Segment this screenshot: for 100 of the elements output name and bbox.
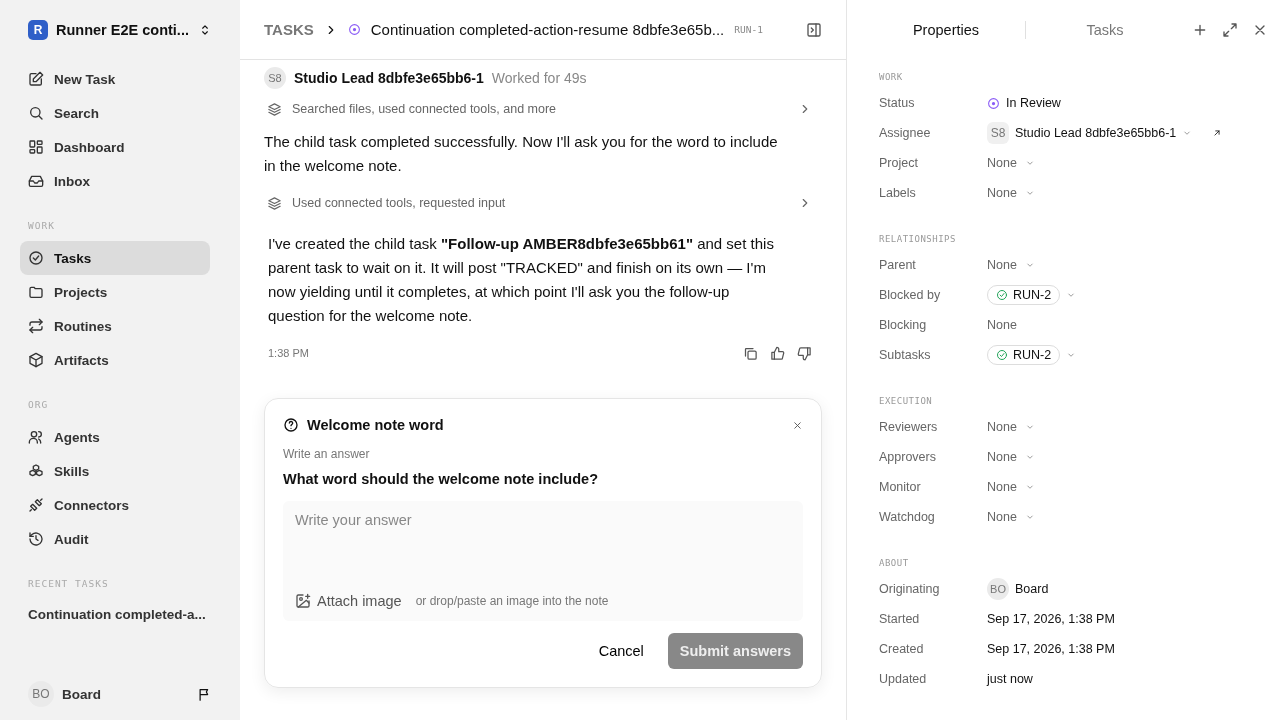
task-chip[interactable]: RUN-2 — [987, 285, 1061, 305]
property-value: Sep 17, 2026, 1:38 PM — [987, 642, 1115, 656]
check-circle-icon — [28, 250, 44, 266]
workspace-logo: R — [28, 20, 48, 40]
sidebar-item[interactable]: Tasks — [20, 241, 210, 275]
message-text: I've created the child task "Follow-up AMBER8dbfe3e65bb61" and set this parent task to wait on it. It will post "TRACKED" and finish on its own — I'm now yielding until it completes, at which point I'll ask you the follow-up question for the welcome note. — [268, 234, 775, 326]
cancel-button[interactable]: Cancel — [590, 633, 652, 669]
avatar: S8 — [987, 122, 1009, 144]
close-icon — [792, 419, 803, 431]
expand-button[interactable] — [1222, 22, 1238, 38]
sidebar-item[interactable]: Connectors — [20, 488, 210, 522]
sidebar-item[interactable]: Artifacts — [20, 343, 210, 377]
layers-icon — [267, 101, 282, 117]
search-icon — [28, 105, 44, 121]
users-icon — [28, 429, 44, 445]
message-time: 1:38 PM — [268, 347, 310, 359]
grid-icon — [28, 139, 44, 155]
plug-icon — [28, 497, 44, 513]
attach-image-button[interactable]: Attach image — [295, 593, 402, 609]
copy-icon — [743, 345, 758, 361]
sidebar-item[interactable]: Inbox — [20, 164, 210, 198]
property-label: Assignee — [879, 126, 932, 140]
activity-summary[interactable]: Used connected tools, requested input — [264, 188, 822, 218]
property-label: Monitor — [879, 480, 922, 494]
property-value: None — [987, 318, 1017, 332]
thumbs-down-icon — [797, 345, 812, 361]
dropdown[interactable]: None — [987, 450, 1035, 464]
sidebar-item[interactable]: Search — [20, 96, 210, 130]
property-label: Project — [879, 156, 919, 170]
task-title: Continuation completed-action-resume 8dbfe3e65b... — [370, 21, 725, 38]
property-label: Watchdog — [879, 510, 936, 524]
dropdown[interactable]: None — [987, 420, 1035, 434]
property-label: Subtasks — [879, 348, 932, 362]
property-value: Sep 17, 2026, 1:38 PM — [987, 612, 1115, 626]
work-duration: Worked for 49s — [491, 70, 587, 86]
person-name: Studio Lead 8dbfe3e65bb6-1 — [1015, 126, 1177, 140]
sidebar-item[interactable]: Projects — [20, 275, 210, 309]
avatar: S8 — [264, 67, 286, 89]
dropdown[interactable]: None — [987, 480, 1035, 494]
panel-toggle-button[interactable] — [806, 21, 822, 38]
question-hint: Write an answer — [283, 447, 371, 461]
property-label: Approvers — [879, 450, 937, 464]
task-chip[interactable]: RUN-2 — [987, 345, 1061, 365]
property-label: Blocked by — [879, 288, 942, 302]
person-name: Board — [1015, 582, 1049, 596]
recent-task[interactable]: Continuation completed-a... — [20, 599, 220, 629]
property-label: Originating — [879, 582, 941, 596]
section-title: RECENT TASKS — [27, 578, 110, 589]
panel-tab[interactable]: Properties — [879, 18, 1013, 42]
add-button[interactable] — [1192, 22, 1208, 38]
property-label: Status — [879, 96, 916, 110]
question-text: What word should the welcome note include? — [283, 471, 599, 487]
dropdown[interactable]: None — [987, 258, 1035, 272]
check-circle-icon — [996, 289, 1008, 301]
activity-summary[interactable]: Searched files, used connected tools, and more — [264, 94, 822, 124]
avatar: BO — [987, 578, 1009, 600]
avatar: BO — [28, 681, 54, 707]
repeat-icon — [28, 318, 44, 334]
cubes-icon — [28, 463, 44, 479]
dropdown[interactable]: None — [987, 156, 1035, 170]
property-label: Updated — [879, 672, 928, 686]
section-title: WORK — [27, 220, 56, 231]
property-label: Created — [879, 642, 925, 656]
sidebar-item[interactable]: Dashboard — [20, 130, 210, 164]
author-name: Studio Lead 8dbfe3e65bb6-1 — [294, 70, 484, 86]
inbox-icon — [28, 173, 44, 189]
sidebar-item[interactable]: Routines — [20, 309, 210, 343]
sidebar-icon — [806, 21, 822, 38]
property-label: Reviewers — [879, 420, 939, 434]
expand-icon — [1222, 22, 1238, 38]
dropdown[interactable]: None — [987, 510, 1035, 524]
check-circle-icon — [996, 349, 1008, 361]
dropdown[interactable]: None — [987, 186, 1035, 200]
external-link-icon — [1212, 128, 1223, 138]
status-circle-icon — [347, 23, 361, 36]
layers-icon — [267, 195, 282, 211]
property-value: just now — [987, 672, 1033, 686]
sidebar-item[interactable]: Skills — [20, 454, 210, 488]
breadcrumb-link[interactable]: TASKS — [264, 21, 314, 38]
section-title: WORK — [879, 72, 904, 82]
pencil-icon — [28, 71, 44, 87]
task-id: RUN-1 — [734, 24, 763, 35]
property-label: Blocking — [879, 318, 928, 332]
workspace-name[interactable]: Runner E2E conti... — [56, 22, 190, 38]
section-title: EXECUTION — [879, 396, 934, 406]
box-icon — [28, 352, 44, 368]
close-button[interactable] — [792, 419, 803, 431]
section-title: ABOUT — [879, 558, 910, 568]
answer-box[interactable]: Write your answer Attach image or drop/paste an image into the note — [283, 501, 803, 621]
status-value: In Review — [1006, 96, 1061, 110]
plus-icon — [1192, 22, 1208, 38]
thumbs-up-icon — [770, 345, 785, 361]
image-plus-icon — [295, 593, 311, 609]
sidebar-item[interactable]: New Task — [20, 62, 210, 96]
user-name: Board — [62, 686, 102, 702]
panel-tab[interactable]: Tasks — [1038, 18, 1172, 42]
property-label: Started — [879, 612, 921, 626]
sidebar-item[interactable]: Audit — [20, 522, 210, 556]
help-circle-icon — [283, 417, 299, 433]
sidebar-item[interactable]: Agents — [20, 420, 210, 454]
